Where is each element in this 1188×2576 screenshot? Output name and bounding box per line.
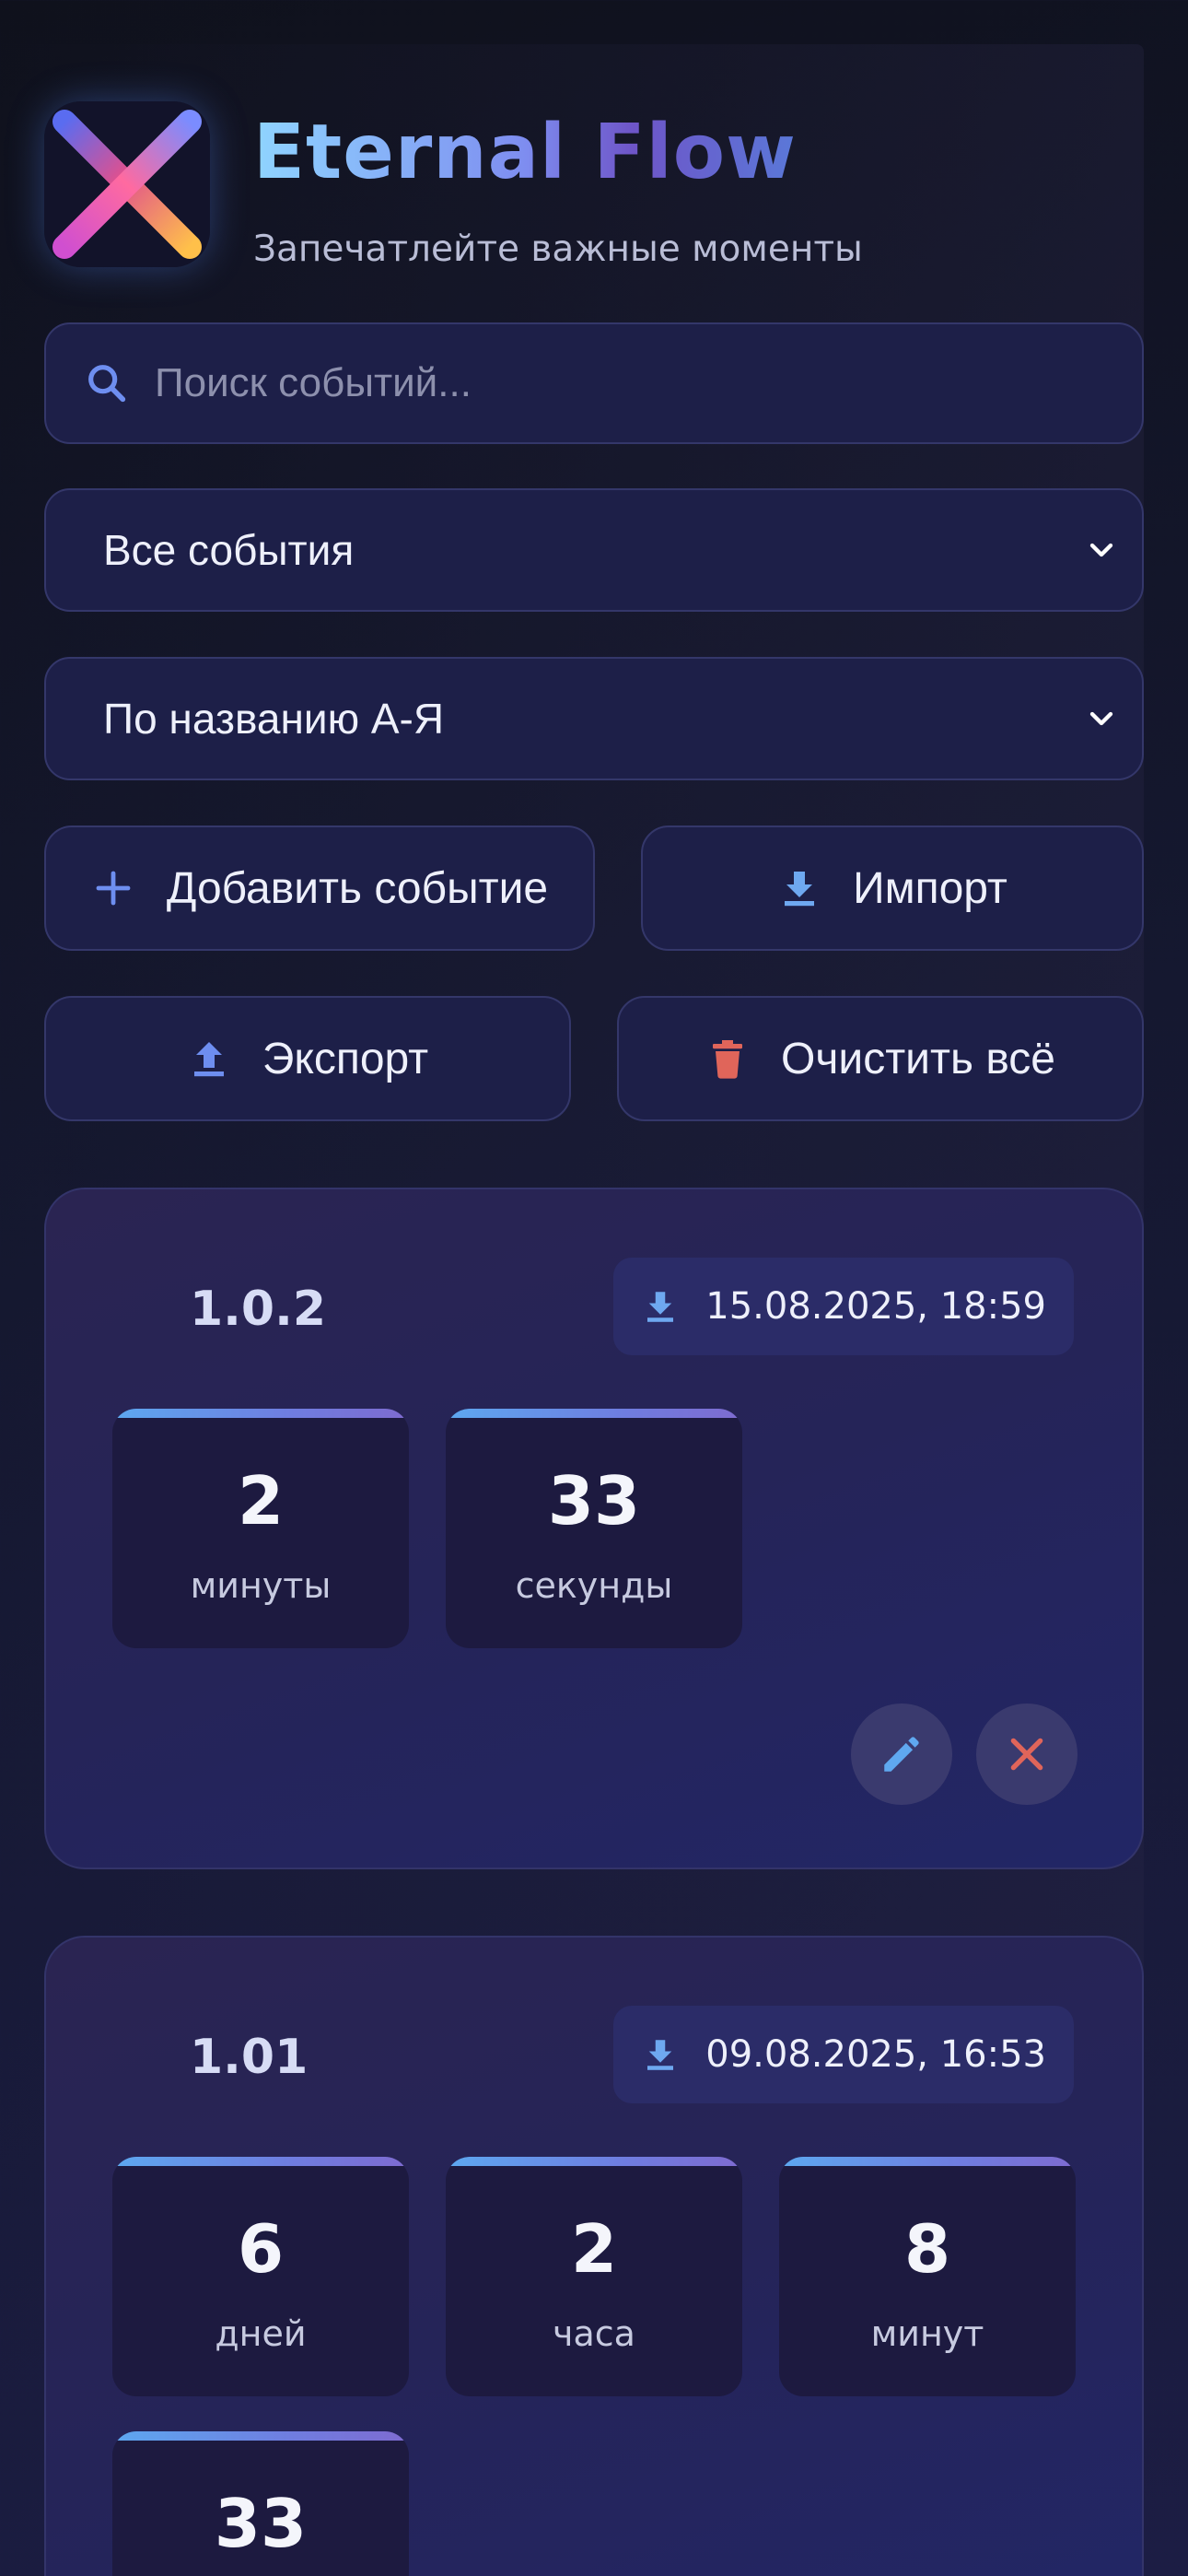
tile-value: 8 [903,2210,951,2288]
event-date: 09.08.2025, 16:53 [705,2033,1046,2076]
search-icon [88,365,126,403]
clear-all-button[interactable]: Очистить всё [617,996,1144,1121]
search-input[interactable] [155,324,1094,442]
search-box[interactable] [44,322,1144,444]
tile-value: 2 [237,1462,285,1540]
event-date-badge: 15.08.2025, 18:59 [613,1258,1074,1355]
countdown-tile: 6 дней [112,2157,409,2396]
countdown-tile: 2 часа [446,2157,742,2396]
tile-value: 33 [214,2485,308,2562]
event-date: 15.08.2025, 18:59 [705,1285,1046,1328]
tile-value: 2 [570,2210,618,2288]
sort-select[interactable]: По названию А-Я [44,657,1144,780]
close-icon [1010,1738,1043,1771]
app-title: Eternal Flow [253,109,797,196]
chevron-down-icon [1089,543,1113,557]
tile-accent-bar [446,1409,742,1418]
app-logo [44,101,210,267]
trash-icon [713,1040,743,1079]
logo-x-icon [44,101,210,267]
countdown-tile: 33 секунды [446,1409,742,1648]
import-button[interactable]: Импорт [641,825,1144,951]
clear-all-label: Очистить всё [781,1034,1055,1083]
sort-value: По названию А-Я [103,695,445,743]
pencil-icon [884,1737,919,1772]
tile-value: 33 [547,1462,641,1540]
event-date-badge: 09.08.2025, 16:53 [613,2006,1074,2103]
countdown-tile: 33 [112,2431,409,2576]
tile-accent-bar [112,2157,409,2166]
category-filter-value: Все события [103,526,355,574]
edit-event-button[interactable] [851,1704,952,1805]
add-event-button[interactable]: Добавить событие [44,825,595,951]
tile-unit: секунды [515,1565,673,1606]
event-title: 1.0.2 [190,1282,327,1337]
tile-accent-bar [779,2157,1076,2166]
tile-value: 6 [237,2210,285,2288]
plus-icon [96,871,131,906]
delete-event-button[interactable] [976,1704,1077,1805]
upload-icon [193,1042,224,1077]
countdown-tile: 8 минут [779,2157,1076,2396]
tile-unit: минут [870,2313,984,2354]
tile-unit: дней [215,2313,307,2354]
countdown-tile: 2 минуты [112,1409,409,1648]
add-event-label: Добавить событие [166,863,549,913]
tile-unit: часа [553,2313,635,2354]
download-icon [647,1292,674,1322]
event-card: 1.0.2 15.08.2025, 18:59 2 минуты 33 секу… [44,1188,1144,1869]
chevron-down-icon [1089,711,1113,726]
import-label: Импорт [853,863,1007,913]
tile-accent-bar [446,2157,742,2166]
event-card: 1.01 09.08.2025, 16:53 6 дней 2 часа 8 м… [44,1936,1144,2576]
export-button[interactable]: Экспорт [44,996,571,1121]
app-subtitle: Запечатлейте важные моменты [253,228,863,270]
download-icon [785,872,815,907]
event-title: 1.01 [190,2030,309,2085]
tile-unit: минуты [190,1565,332,1606]
download-icon [647,2040,674,2070]
tile-accent-bar [112,1409,409,1418]
category-filter-select[interactable]: Все события [44,488,1144,612]
tile-accent-bar [112,2431,409,2441]
export-label: Экспорт [262,1034,429,1083]
